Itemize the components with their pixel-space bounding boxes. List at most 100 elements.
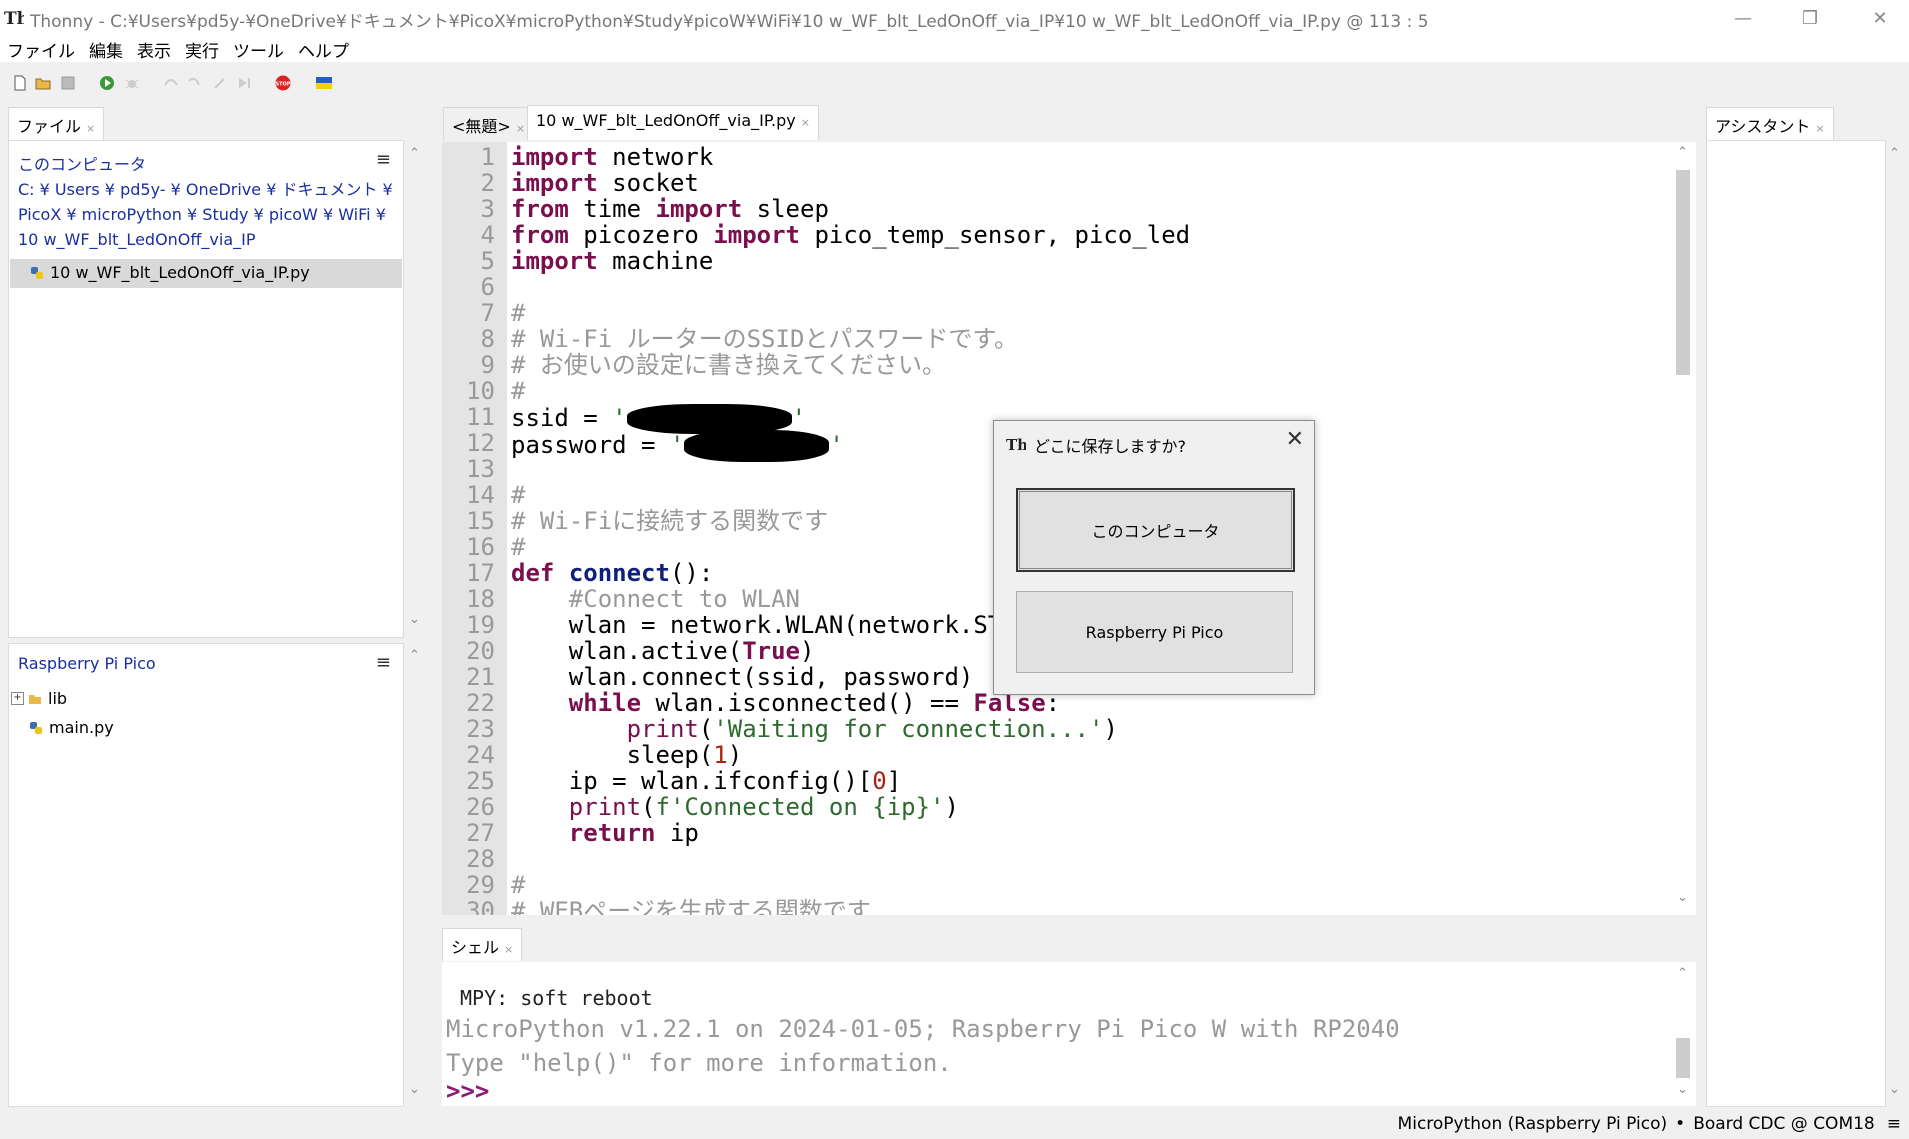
- pico-pane: Raspberry Pi Pico ≡ + lib main.py: [8, 643, 404, 1107]
- shell-prompt[interactable]: >>>: [446, 1077, 489, 1105]
- svg-text:Th: Th: [1006, 436, 1026, 453]
- python-file-icon: [31, 266, 43, 279]
- code-line: import network: [511, 143, 714, 171]
- scroll-down-icon[interactable]: ⌄: [409, 612, 420, 627]
- close-tab-icon[interactable]: ×: [86, 122, 95, 135]
- this-computer-pane: このコンピュータ ≡ C: ¥ Users ¥ pd5y- ¥ OneDrive…: [8, 140, 404, 638]
- menu-file[interactable]: ファイル: [0, 37, 82, 62]
- line-number: 4: [480, 221, 495, 249]
- line-number: 26: [466, 793, 495, 821]
- line-number: 18: [466, 585, 495, 613]
- tab-assistant[interactable]: アシスタント ×: [1706, 107, 1834, 140]
- tree-item-main-py[interactable]: main.py: [29, 718, 114, 737]
- line-number: 16: [466, 533, 495, 561]
- line-number: 9: [480, 351, 495, 379]
- save-location-dialog: Th どこに保存しますか? ✕ このコンピュータ Raspberry Pi Pi…: [993, 420, 1315, 695]
- path-line[interactable]: PicoX ¥ microPython ¥ Study ¥ picoW ¥ Wi…: [18, 202, 393, 227]
- scroll-down-icon[interactable]: ⌄: [409, 1082, 420, 1097]
- menu-edit[interactable]: 編集: [82, 37, 130, 62]
- current-path[interactable]: C: ¥ Users ¥ pd5y- ¥ OneDrive ¥ ドキュメント ¥…: [18, 177, 393, 252]
- port-status[interactable]: Board CDC @ COM18: [1693, 1114, 1875, 1134]
- scroll-up-icon[interactable]: ⌃: [1889, 146, 1900, 161]
- shell-output-line: MPY: soft reboot: [460, 986, 653, 1010]
- code-line: # Wi-Fi ルーターのSSIDとパスワードです。: [511, 325, 1018, 353]
- line-number: 24: [466, 741, 495, 769]
- open-folder-icon[interactable]: [35, 75, 51, 91]
- svg-text:STOP: STOP: [276, 82, 291, 88]
- close-tab-icon[interactable]: ×: [504, 943, 513, 956]
- tab-files[interactable]: ファイル ×: [8, 107, 105, 140]
- pane-menu-icon[interactable]: ≡: [376, 149, 391, 170]
- stop-icon[interactable]: STOP: [275, 75, 291, 91]
- status-menu-icon[interactable]: ≡: [1887, 1114, 1901, 1134]
- tab-shell[interactable]: シェル ×: [442, 928, 523, 961]
- run-icon[interactable]: [99, 75, 115, 91]
- scroll-up-icon[interactable]: ⌃: [1677, 966, 1688, 981]
- python-file-icon: [30, 721, 42, 734]
- code-line: ip = wlan.ifconfig()[0]: [511, 767, 902, 795]
- tree-item-lib[interactable]: + lib: [11, 689, 67, 708]
- menu-help[interactable]: ヘルプ: [291, 37, 356, 62]
- title-bar: Th Thonny - C:¥Users¥pd5y-¥OneDrive¥ドキュメ…: [0, 0, 1909, 36]
- step-over-icon[interactable]: [163, 75, 179, 91]
- expand-icon[interactable]: +: [11, 692, 24, 705]
- menu-view[interactable]: 表示: [130, 37, 178, 62]
- close-icon[interactable]: ✕: [1286, 427, 1304, 452]
- step-out-icon[interactable]: [212, 75, 228, 91]
- shell-scroll-thumb[interactable]: [1676, 1038, 1690, 1078]
- path-line[interactable]: 10 w_WF_blt_LedOnOff_via_IP: [18, 227, 393, 252]
- editor-scroll-thumb[interactable]: [1676, 170, 1690, 375]
- tab-current-file[interactable]: 10 w_WF_blt_LedOnOff_via_IP.py ×: [527, 105, 819, 140]
- selected-file-row[interactable]: 10 w_WF_blt_LedOnOff_via_IP.py: [10, 259, 402, 288]
- menu-run[interactable]: 実行: [178, 37, 226, 62]
- save-icon[interactable]: [60, 75, 76, 91]
- line-number: 27: [466, 819, 495, 847]
- shell-scrollbar[interactable]: ⌃ ⌄: [1670, 962, 1696, 1106]
- path-line[interactable]: C: ¥ Users ¥ pd5y- ¥ OneDrive ¥ ドキュメント ¥: [18, 177, 393, 202]
- close-tab-icon[interactable]: ×: [516, 122, 525, 135]
- scroll-up-icon[interactable]: ⌃: [409, 146, 420, 161]
- tab-untitled[interactable]: <無題> ×: [443, 107, 535, 140]
- step-into-icon[interactable]: [187, 75, 203, 91]
- debug-icon[interactable]: [124, 75, 140, 91]
- pane-menu-icon[interactable]: ≡: [376, 652, 391, 673]
- code-line: print('Waiting for connection...'): [626, 715, 1118, 743]
- restore-button[interactable]: ❐: [1780, 0, 1840, 36]
- folder-icon: [29, 694, 41, 704]
- menu-bar: ファイル 編集 表示 実行 ツール ヘルプ: [0, 36, 1909, 62]
- new-file-icon[interactable]: [12, 75, 28, 91]
- minimize-button[interactable]: —: [1713, 0, 1773, 36]
- line-number: 7: [480, 299, 495, 327]
- thonny-logo-icon: Th: [4, 9, 24, 28]
- scroll-down-icon[interactable]: ⌄: [1677, 890, 1688, 905]
- line-number: 10: [466, 377, 495, 405]
- close-window-button[interactable]: ✕: [1850, 0, 1909, 36]
- scroll-down-icon[interactable]: ⌄: [1677, 1082, 1688, 1097]
- resume-icon[interactable]: [236, 75, 252, 91]
- this-computer-header[interactable]: このコンピュータ: [18, 151, 146, 175]
- shell-output-line: Type "help()" for more information.: [446, 1049, 952, 1077]
- tree-item-label: main.py: [49, 718, 114, 737]
- code-line: #: [511, 299, 526, 327]
- line-number-gutter: 1 2 3 4 5 6 7 8 9 10 11 12 13 14 15 16 1…: [442, 142, 507, 915]
- code-line: #: [511, 871, 526, 899]
- shell-console[interactable]: MPY: soft reboot MicroPython v1.22.1 on …: [442, 962, 1696, 1106]
- code-line: from time import sleep: [511, 195, 829, 223]
- svg-text:Th: Th: [4, 9, 24, 28]
- scroll-up-icon[interactable]: ⌃: [1677, 145, 1688, 160]
- scroll-down-icon[interactable]: ⌄: [1889, 1082, 1900, 1097]
- code-line: return ip: [568, 819, 699, 847]
- scroll-up-icon[interactable]: ⌃: [409, 648, 420, 663]
- interpreter-status[interactable]: MicroPython (Raspberry Pi Pico): [1398, 1114, 1668, 1134]
- editor-scrollbar[interactable]: ⌃ ⌄: [1670, 142, 1696, 915]
- menu-tools[interactable]: ツール: [226, 37, 291, 62]
- close-tab-icon[interactable]: ×: [1815, 122, 1824, 135]
- tab-label: アシスタント: [1715, 117, 1811, 136]
- line-number: 23: [466, 715, 495, 743]
- pico-header[interactable]: Raspberry Pi Pico: [18, 654, 156, 673]
- close-tab-icon[interactable]: ×: [801, 116, 810, 129]
- save-to-pico-button[interactable]: Raspberry Pi Pico: [1016, 591, 1293, 673]
- ukraine-flag-icon[interactable]: [316, 75, 332, 91]
- status-separator: •: [1675, 1113, 1686, 1134]
- save-to-computer-button[interactable]: このコンピュータ: [1016, 488, 1295, 572]
